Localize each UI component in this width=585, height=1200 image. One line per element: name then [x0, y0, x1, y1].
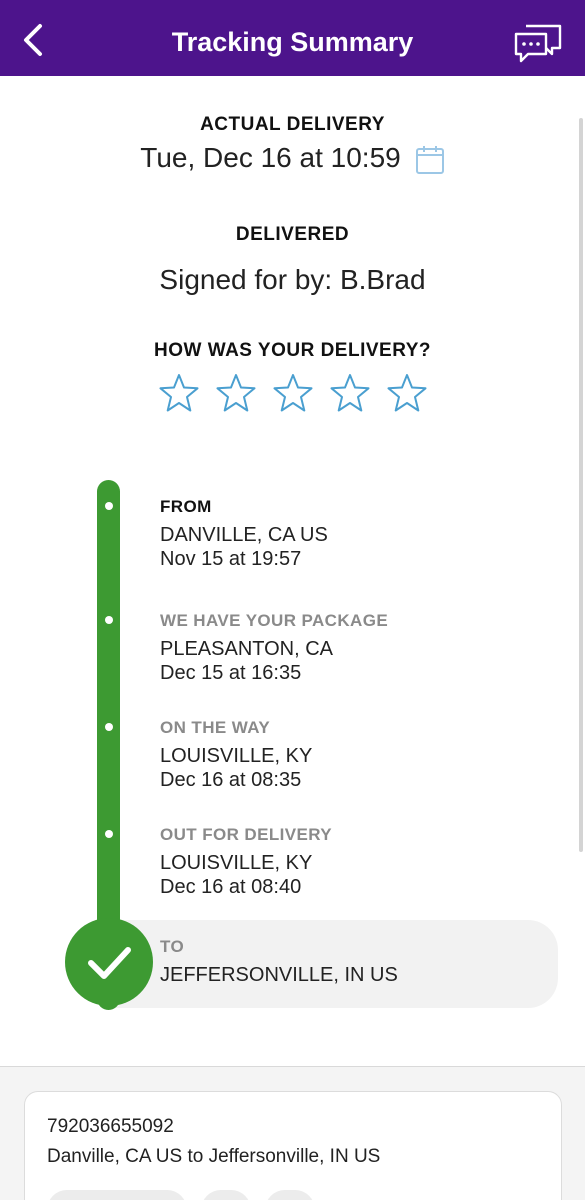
shipment-route: Danville, CA US to Jeffersonville, IN US: [47, 1146, 381, 1167]
event-location: LOUISVILLE, KY: [160, 745, 313, 767]
event-time: Dec 16 at 08:40: [160, 876, 302, 898]
add-to-calendar-button[interactable]: [414, 144, 446, 176]
chat-button[interactable]: [512, 22, 564, 64]
event-title: ON THE WAY: [160, 718, 271, 737]
star-3-button[interactable]: [272, 372, 314, 414]
star-5-button[interactable]: [386, 372, 428, 414]
star-1-button[interactable]: [158, 372, 200, 414]
event-time: Dec 15 at 16:35: [160, 662, 302, 684]
timeline-dot: [105, 502, 113, 510]
calendar-icon: [416, 146, 444, 174]
timeline-dot: [105, 616, 113, 624]
star-outline-icon: [273, 374, 313, 412]
event-title: WE HAVE YOUR PACKAGE: [160, 611, 389, 630]
star-outline-icon: [387, 374, 427, 412]
event-title: TO: [160, 937, 185, 956]
event-time: Dec 16 at 08:35: [160, 769, 302, 791]
tracking-number: 792036655092: [47, 1116, 174, 1137]
event-title: OUT FOR DELIVERY: [160, 825, 333, 844]
checkmark-icon: [88, 947, 131, 979]
star-outline-icon: [159, 374, 199, 412]
event-title: FROM: [160, 497, 212, 516]
star-outline-icon: [216, 374, 256, 412]
event-location: JEFFERSONVILLE, IN US: [160, 964, 398, 986]
timeline-event-out-for-delivery: OUT FOR DELIVERY LOUISVILLE, KY Dec 16 a…: [160, 825, 332, 899]
actual-delivery-label: ACTUAL DELIVERY: [200, 114, 385, 135]
card-action-button[interactable]: [47, 1190, 187, 1200]
event-location: PLEASANTON, CA: [160, 638, 334, 660]
timeline-event-from: FROM DANVILLE, CA US Nov 15 at 19:57: [160, 497, 328, 571]
app-header: Tracking Summary: [0, 0, 585, 76]
actual-delivery-date: Tue, Dec 16 at 10:59: [140, 142, 401, 173]
timeline-dot: [105, 830, 113, 838]
status-label: DELIVERED: [235, 224, 350, 245]
star-2-button[interactable]: [215, 372, 257, 414]
signed-for-text: Signed for by: B.Brad: [159, 264, 426, 295]
timeline-event-picked-up: WE HAVE YOUR PACKAGE PLEASANTON, CA Dec …: [160, 611, 388, 685]
rating-stars: [158, 372, 428, 416]
timeline-event-in-transit: ON THE WAY LOUISVILLE, KY Dec 16 at 08:3…: [160, 718, 312, 792]
shipment-card[interactable]: 792036655092 Danville, CA US to Jefferso…: [24, 1091, 562, 1200]
card-action-button[interactable]: [201, 1190, 251, 1200]
card-action-button[interactable]: [265, 1190, 315, 1200]
rating-prompt: HOW WAS YOUR DELIVERY?: [153, 340, 432, 361]
event-time: Nov 15 at 19:57: [160, 548, 302, 570]
timeline-dot: [105, 723, 113, 731]
star-4-button[interactable]: [329, 372, 371, 414]
page-title: Tracking Summary: [171, 27, 414, 57]
event-location: LOUISVILLE, KY: [160, 852, 313, 874]
event-location: DANVILLE, CA US: [160, 524, 328, 546]
star-outline-icon: [330, 374, 370, 412]
delivered-check: [65, 918, 153, 1006]
chat-bubbles-icon: [514, 24, 562, 63]
timeline-event-to: TO JEFFERSONVILLE, IN US: [160, 937, 398, 987]
